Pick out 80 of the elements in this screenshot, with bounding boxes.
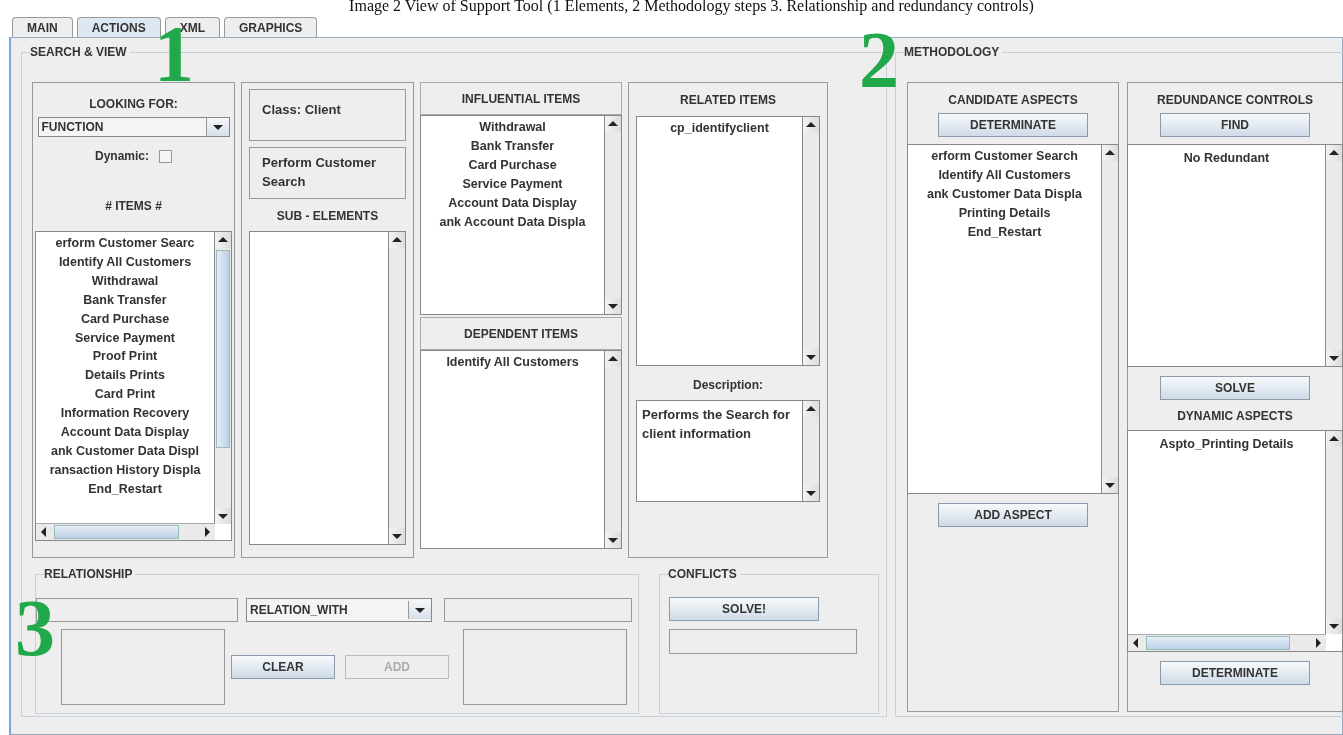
list-item[interactable]: Identify All Customers [58,252,192,272]
label: Description: [692,378,764,392]
list-item[interactable]: erform Customer Search [931,147,1078,166]
label: LOOKING FOR: [89,97,178,111]
list-item[interactable]: Card Purchase [80,309,170,329]
list-item[interactable]: Card Print [94,385,156,405]
list-item[interactable]: ank Customer Data Displ [51,441,199,461]
list-item[interactable]: cp_identifyclient [670,119,769,138]
dropdown[interactable]: RELATION_WITH [246,598,432,622]
tab[interactable]: ACTIONS [76,17,161,37]
label: # ITEMS # [105,199,162,213]
group-title: RELATIONSHIP [44,567,136,581]
scrollbar[interactable] [803,117,819,365]
scrollbar[interactable] [803,401,819,501]
step-number: 2 [859,30,899,90]
determinate-button[interactable]: DETERMINATE [938,113,1088,137]
scrollbar[interactable] [1102,145,1118,493]
input-field[interactable] [444,598,632,622]
label: CANDIDATE ASPECTS [948,93,1078,107]
caret-icon [205,118,229,136]
group-title: SEARCH & VIEW [30,45,130,59]
dropdown[interactable]: FUNCTION [37,117,230,137]
scrollbar[interactable] [1128,634,1326,651]
label: Dynamic: [95,149,149,163]
text-box: Class: Client [249,89,406,141]
group-title: CONFLICTS [668,567,740,581]
list-item[interactable]: Bank Transfer [83,290,167,310]
list-item[interactable]: Service Payment [462,174,563,194]
find-button[interactable]: FIND [1160,113,1310,137]
list-item[interactable]: Account Data Display [448,193,577,213]
text-box: Perform Customer Search [249,147,406,199]
scrollbar[interactable] [605,351,621,548]
list-item[interactable]: Identify All Customers [446,353,579,372]
list-item[interactable]: End_Restart [88,479,162,499]
list-item[interactable]: ransaction History Displa [49,460,201,480]
list-item[interactable]: erform Customer Searc [55,234,195,253]
list-item[interactable]: Bank Transfer [470,136,555,156]
step-number: 3 [15,598,55,658]
list-item[interactable]: No Redundant [1183,149,1270,168]
list-item[interactable]: Information Recovery [60,404,190,424]
input-field[interactable] [669,629,857,654]
label: DYNAMIC ASPECTS [1177,409,1293,423]
text-area[interactable] [61,629,225,705]
header: DEPENDENT ITEMS [420,317,622,350]
scrollbar[interactable] [605,116,621,314]
button[interactable]: CLEAR [231,655,335,679]
scrollbar[interactable] [36,523,215,540]
label: REDUNDANCE CONTROLS [1157,93,1313,107]
header: INFLUENTIAL ITEMS [420,82,622,115]
label: SUB - ELEMENTS [275,209,380,223]
list-item[interactable]: Account Data Display [60,423,190,442]
figure-caption: Image 2 View of Support Tool (1 Elements, 2 Methodology steps 3. Relationship and redundancy controls) [348,0,1035,17]
scrollbar[interactable] [215,232,231,524]
list-item[interactable]: ank Account Data Displa [439,212,586,232]
scrollbar[interactable] [1326,145,1342,366]
add-aspect-button[interactable]: ADD ASPECT [938,503,1088,527]
caret-icon [408,601,431,619]
determinate-button[interactable]: DETERMINATE [1160,661,1310,685]
list-item[interactable]: Details Prints [85,366,165,386]
list-item[interactable]: Aspto_Printing Details [1159,435,1294,454]
list-item[interactable]: Withdrawal [479,118,546,137]
group-title: METHODOLOGY [904,45,1003,59]
list-item[interactable]: End_Restart [967,222,1042,242]
list-item[interactable]: Card Purchase [468,155,557,175]
scrollbar[interactable] [389,232,405,544]
solve-button[interactable]: SOLVE [1160,376,1310,400]
list-item[interactable]: ank Customer Data Displa [927,184,1082,204]
list-item[interactable]: Service Payment [74,328,176,348]
list-item[interactable]: Proof Print [92,347,158,367]
label: RELATED ITEMS [679,93,777,107]
tab[interactable]: MAIN [12,17,73,37]
list-item[interactable]: Identify All Customers [938,165,1071,185]
list-item[interactable]: Withdrawal [91,271,159,291]
solve-button[interactable]: SOLVE! [669,597,819,621]
tab[interactable]: GRAPHICS [224,17,318,37]
description-text: Performs the Search for client information [642,406,792,443]
text-area[interactable] [463,629,627,705]
list-item[interactable]: Printing Details [958,203,1051,223]
scrollbar[interactable] [1326,431,1342,634]
checkbox[interactable] [159,149,172,163]
